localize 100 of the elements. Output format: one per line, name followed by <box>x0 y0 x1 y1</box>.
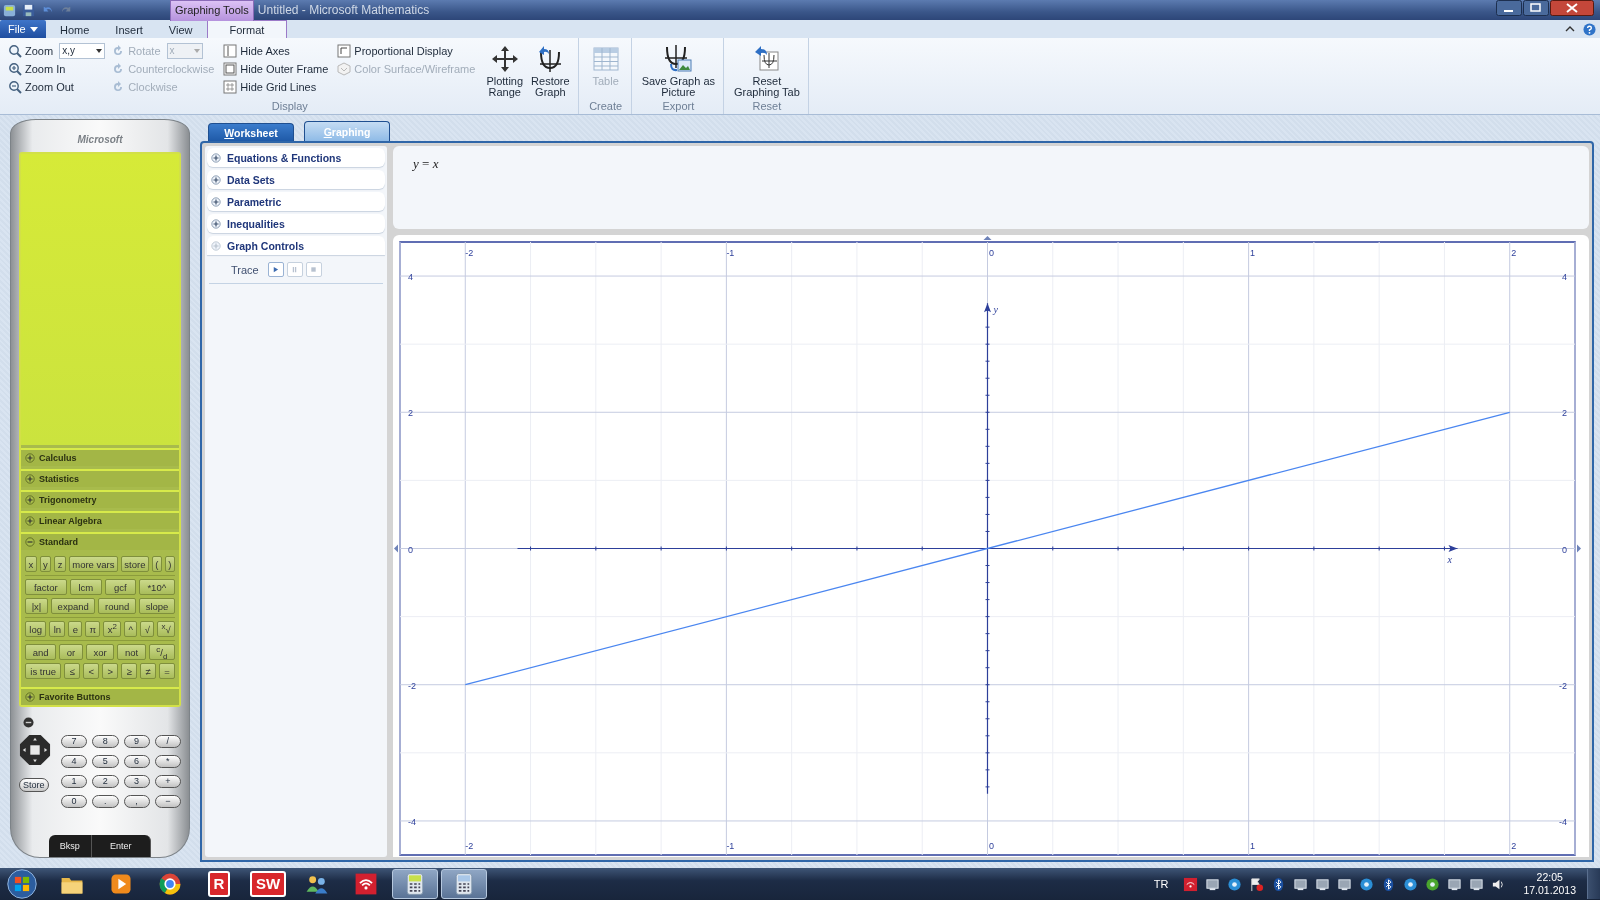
calculator-key[interactable]: ^ <box>124 621 138 637</box>
backspace-key[interactable]: Bksp <box>49 835 92 857</box>
ribbon-tab[interactable]: View <box>156 21 205 38</box>
calculator-key[interactable]: ≤ <box>64 663 81 679</box>
keypad-key[interactable]: 4 <box>61 755 88 768</box>
save-icon[interactable] <box>21 2 36 18</box>
tray-icon[interactable] <box>1315 876 1331 892</box>
calculator-key[interactable]: y <box>39 556 52 572</box>
store-key[interactable]: Store <box>19 778 49 792</box>
calculator-key[interactable]: ( <box>151 556 162 572</box>
ribbon-large-button[interactable]: Reset Graphing Tab <box>732 42 802 100</box>
keypad-key[interactable]: . <box>92 795 119 808</box>
network-icon[interactable] <box>1469 876 1485 892</box>
calculator-key[interactable]: z <box>54 556 66 572</box>
calculator-key[interactable]: $^{c}$/$_{d}$ <box>148 644 175 660</box>
calculator-key[interactable]: expand <box>50 598 96 614</box>
tray-icon[interactable] <box>1337 876 1353 892</box>
calculator-key[interactable]: store <box>120 556 149 572</box>
close-icon[interactable] <box>1550 0 1594 16</box>
calculator-key[interactable]: $^{x}$√ <box>157 621 175 637</box>
calculator-key[interactable]: slope <box>139 598 175 614</box>
ribbon-large-button[interactable]: Restore Graph <box>529 42 572 100</box>
language-indicator[interactable]: TR <box>1153 878 1169 890</box>
calculator-key[interactable]: e <box>68 621 83 637</box>
keypad-key[interactable]: 1 <box>61 775 88 788</box>
calculator-key[interactable]: lcm <box>69 579 103 595</box>
calculator-key[interactable]: is true <box>25 663 62 679</box>
keypad-key[interactable]: − <box>154 795 181 808</box>
calculator-key[interactable]: π <box>85 621 101 637</box>
help-icon[interactable] <box>1583 23 1596 36</box>
calculator-key[interactable]: and <box>25 644 57 660</box>
keypad-key[interactable]: / <box>154 735 181 748</box>
minimize-ribbon-icon[interactable] <box>1565 25 1575 33</box>
ribbon-tab[interactable]: Insert <box>103 21 155 38</box>
maximize-icon[interactable] <box>1523 0 1549 16</box>
section-header[interactable]: Parametric <box>207 192 385 211</box>
calculator-section-header[interactable]: Linear Algebra <box>21 511 179 529</box>
calculator-key[interactable]: x$^{2}$ <box>103 621 122 637</box>
section-header[interactable]: Equations & Functions <box>207 148 385 167</box>
ribbon-button[interactable]: Zoom Out <box>8 78 106 95</box>
minus-icon[interactable] <box>23 717 34 728</box>
keypad-key[interactable]: 5 <box>92 755 119 768</box>
section-header[interactable]: Inequalities <box>207 214 385 233</box>
dropdown-field[interactable]: x,y <box>59 42 106 59</box>
calculator-key[interactable]: ≥ <box>121 663 138 679</box>
taskbar-button[interactable]: R <box>196 869 242 899</box>
tray-icon[interactable] <box>1227 876 1243 892</box>
tray-icon[interactable] <box>1205 876 1221 892</box>
calculator-key[interactable]: ) <box>164 556 175 572</box>
ribbon-tab[interactable]: Home <box>48 21 102 38</box>
ribbon-button[interactable]: Hide Grid Lines <box>223 78 332 95</box>
calculator-key[interactable]: x <box>25 556 37 572</box>
calculator-section-header[interactable]: Statistics <box>21 469 179 487</box>
start-button[interactable] <box>4 868 40 900</box>
ribbon-large-button[interactable]: Plotting Range <box>484 42 526 100</box>
calculator-key[interactable]: not <box>117 644 146 660</box>
keypad-key[interactable]: 6 <box>123 755 150 768</box>
keypad-key[interactable]: 3 <box>123 775 150 788</box>
calculator-key[interactable]: more vars <box>68 556 118 572</box>
calculator-section-header[interactable]: Favorite Buttons <box>21 687 179 705</box>
keypad-key[interactable]: , <box>123 795 150 808</box>
calculator-key[interactable]: factor <box>25 579 67 595</box>
tray-icon[interactable] <box>1425 876 1441 892</box>
keypad-key[interactable]: 8 <box>92 735 119 748</box>
calculator-key[interactable]: round <box>98 598 136 614</box>
ribbon-button[interactable]: Zoom In <box>8 60 106 77</box>
direction-pad-icon[interactable] <box>19 734 51 766</box>
calculator-key[interactable]: *10^ <box>138 579 176 595</box>
calculator-key[interactable]: gcf <box>105 579 136 595</box>
calculator-key[interactable]: xor <box>85 644 115 660</box>
keypad-key[interactable]: 9 <box>123 735 150 748</box>
ribbon-large-button[interactable]: Save Graph as Picture <box>639 42 717 100</box>
calculator-key[interactable]: |x| <box>25 598 48 614</box>
calculator-key[interactable]: > <box>102 663 119 679</box>
minimize-icon[interactable] <box>1496 0 1522 16</box>
keypad-key[interactable]: + <box>154 775 181 788</box>
calculator-key[interactable]: ln <box>49 621 66 637</box>
enter-key[interactable]: Enter <box>91 835 151 857</box>
keypad-key[interactable]: 0 <box>61 795 88 808</box>
document-tab[interactable]: Worksheet <box>208 123 294 141</box>
ribbon-button[interactable]: Hide Outer Frame <box>223 60 332 77</box>
calculator-key[interactable]: < <box>83 663 100 679</box>
wireless-icon[interactable] <box>1183 876 1199 892</box>
calculator-key[interactable]: = <box>158 663 176 679</box>
file-menu-button[interactable]: File <box>0 20 46 38</box>
ribbon-button[interactable]: Hide Axes <box>223 42 332 59</box>
app-icon[interactable] <box>2 2 17 18</box>
calculator-key[interactable]: log <box>25 621 47 637</box>
keypad-key[interactable]: * <box>154 755 181 768</box>
tray-icon[interactable] <box>1403 876 1419 892</box>
calculator-section-header[interactable]: Standard <box>21 532 179 550</box>
section-header[interactable]: Data Sets <box>207 170 385 189</box>
keypad-key[interactable]: 2 <box>92 775 119 788</box>
calculator-key[interactable]: or <box>59 644 83 660</box>
clock[interactable]: 22:05 17.01.2013 <box>1523 871 1576 897</box>
calculator-section-header[interactable]: Trigonometry <box>21 490 179 508</box>
ribbon-tab[interactable]: Format <box>206 20 288 38</box>
calculator-key[interactable]: ≠ <box>140 663 156 679</box>
action-center-icon[interactable] <box>1249 876 1265 892</box>
ribbon-button[interactable]: Proportional Display <box>337 42 479 59</box>
